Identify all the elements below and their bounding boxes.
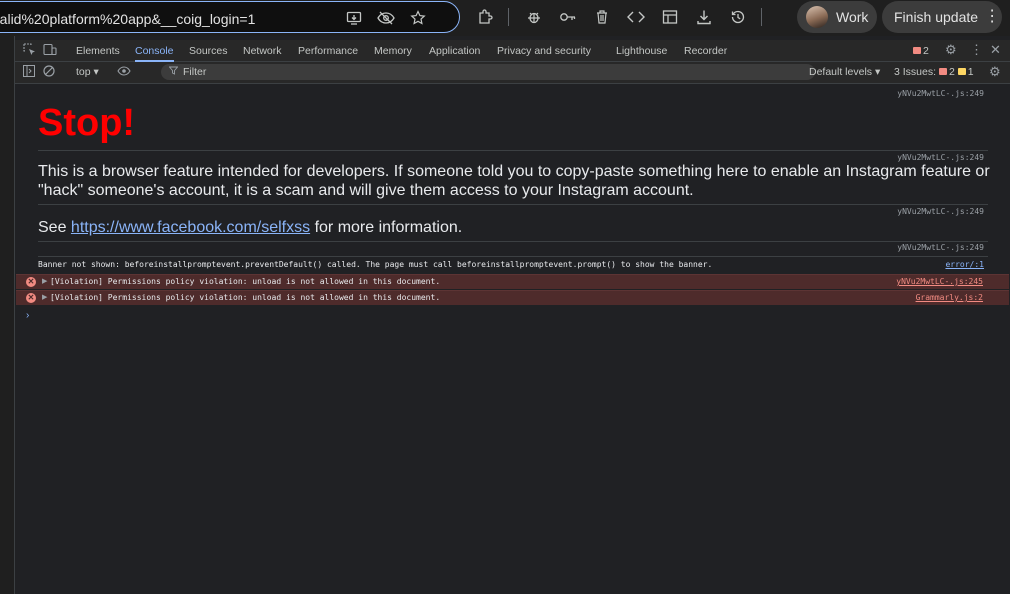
profile-label: Work	[836, 9, 869, 25]
tab-network[interactable]: Network	[243, 40, 282, 61]
more-vert-icon[interactable]: ⋮	[970, 42, 983, 58]
see-more-message: See https://www.facebook.com/selfxss for…	[38, 218, 462, 237]
bug-icon[interactable]	[525, 8, 543, 26]
close-icon[interactable]: ✕	[990, 42, 1001, 58]
error-message: [Violation] Permissions policy violation…	[50, 293, 440, 302]
see-prefix: See	[38, 219, 71, 236]
clear-console-icon[interactable]	[43, 65, 55, 80]
error-prefix: [Violation]	[50, 293, 103, 302]
eye-slash-icon[interactable]	[377, 9, 395, 27]
issues-badge[interactable]: 2	[913, 40, 929, 61]
console-panel: yNVu2MwtLC-.js:249 Stop! yNVu2MwtLC-.js:…	[16, 84, 1010, 594]
address-bar[interactable]: Invalid%20platform%20app&__coig_login=1	[0, 1, 460, 33]
self-xss-warning-message: This is a browser feature intended for d…	[38, 163, 990, 199]
issues-count: 2	[923, 44, 929, 57]
tab-console-label: Console	[135, 45, 174, 57]
see-suffix: for more information.	[310, 219, 463, 236]
expand-triangle-icon[interactable]: ▶	[42, 277, 47, 285]
code-icon[interactable]	[627, 8, 645, 26]
key-icon[interactable]	[559, 8, 577, 26]
issues-label: 3 Issues:	[894, 66, 937, 78]
tab-sources[interactable]: Sources	[189, 40, 228, 61]
profile-button[interactable]: Work	[797, 1, 877, 33]
tab-privacy-and-security[interactable]: Privacy and security	[497, 40, 591, 61]
finish-update-label: Finish update	[894, 9, 979, 25]
error-text: Permissions policy violation: unload is …	[102, 277, 441, 286]
settings-gear-icon[interactable]: ⚙	[945, 42, 957, 58]
finish-update-button[interactable]: Finish update ⋮	[882, 1, 1002, 33]
error-prefix: [Violation]	[50, 277, 103, 286]
layout-icon[interactable]	[661, 8, 679, 26]
console-settings-gear-icon[interactable]: ⚙	[989, 64, 1001, 80]
tab-performance[interactable]: Performance	[298, 40, 358, 61]
sidebar-toggle-icon[interactable]	[23, 65, 35, 80]
banner-source-link[interactable]: error/:1	[945, 260, 984, 269]
error-message: [Violation] Permissions policy violation…	[50, 277, 440, 286]
log-divider	[38, 241, 988, 242]
more-vert-icon: ⋮	[984, 8, 1001, 25]
banner-log-message: Banner not shown: beforeinstallprompteve…	[38, 260, 713, 269]
tab-console[interactable]: Console	[135, 40, 174, 62]
error-text: Permissions policy violation: unload is …	[102, 293, 441, 302]
log-divider	[38, 256, 988, 257]
warning-flag-icon	[957, 68, 966, 75]
error-log-row[interactable]: ✕ ▶ [Violation] Permissions policy viola…	[16, 290, 1009, 305]
history-icon[interactable]	[729, 8, 747, 26]
context-label: top	[76, 66, 91, 78]
issues-counter[interactable]: 3 Issues: 2 1	[894, 66, 974, 78]
devtools-left-edge	[0, 36, 15, 594]
filter-placeholder: Filter	[183, 66, 207, 78]
expand-triangle-icon[interactable]: ▶	[42, 293, 47, 301]
devtools-tabbar: Elements Console Sources Network Perform…	[15, 40, 1010, 62]
filter-input[interactable]: Filter	[161, 64, 815, 80]
error-source-link[interactable]: yNVu2MwtLC-.js:245	[896, 277, 983, 286]
filter-icon	[168, 66, 179, 77]
error-flag-icon	[938, 68, 947, 75]
star-icon[interactable]	[409, 9, 427, 27]
chevron-down-icon: ▾	[874, 66, 881, 78]
inspect-element-icon[interactable]	[23, 43, 36, 59]
source-link[interactable]: yNVu2MwtLC-.js:249	[897, 89, 984, 98]
error-icon: ✕	[26, 277, 36, 287]
issues-warnings: 1	[967, 66, 974, 78]
source-link[interactable]: yNVu2MwtLC-.js:249	[897, 207, 984, 216]
source-link[interactable]: yNVu2MwtLC-.js:249	[897, 153, 984, 162]
device-toolbar-icon[interactable]	[43, 43, 57, 59]
error-icon: ✕	[26, 293, 36, 303]
log-divider	[38, 204, 988, 205]
url-text[interactable]: Invalid%20platform%20app&__coig_login=1	[0, 11, 255, 27]
chevron-down-icon: ▾	[93, 66, 99, 78]
error-log-row[interactable]: ✕ ▶ [Violation] Permissions policy viola…	[16, 274, 1009, 289]
extensions-icon[interactable]	[476, 8, 494, 26]
tab-application[interactable]: Application	[429, 40, 480, 61]
download-icon[interactable]	[695, 8, 713, 26]
toolbar-divider	[508, 8, 509, 26]
source-link[interactable]: yNVu2MwtLC-.js:249	[897, 243, 984, 252]
live-expression-eye-icon[interactable]	[117, 65, 131, 80]
error-source-link[interactable]: Grammarly.js:2	[916, 293, 983, 302]
console-toolbar: top ▾ Filter Default levels ▾ 3 Issues: …	[15, 62, 1010, 84]
trash-icon[interactable]	[593, 8, 611, 26]
toolbar-divider	[761, 8, 762, 26]
issues-errors: 2	[948, 66, 955, 78]
selfxss-link[interactable]: https://www.facebook.com/selfxss	[71, 219, 310, 236]
console-prompt-chevron-icon[interactable]: ›	[26, 310, 29, 321]
avatar	[806, 6, 828, 28]
tab-recorder[interactable]: Recorder	[684, 40, 727, 61]
tab-elements[interactable]: Elements	[76, 40, 120, 61]
browser-toolbar: Invalid%20platform%20app&__coig_login=1	[0, 0, 1010, 36]
log-levels-dropdown[interactable]: Default levels ▾	[809, 66, 880, 78]
tab-lighthouse[interactable]: Lighthouse	[616, 40, 667, 61]
context-selector[interactable]: top ▾	[76, 66, 99, 78]
log-levels-label: Default levels	[809, 66, 873, 78]
install-app-icon[interactable]	[345, 9, 363, 27]
tab-memory[interactable]: Memory	[374, 40, 412, 61]
error-flag-icon	[913, 47, 921, 54]
stop-warning-title: Stop!	[38, 102, 136, 144]
log-divider	[38, 150, 988, 151]
